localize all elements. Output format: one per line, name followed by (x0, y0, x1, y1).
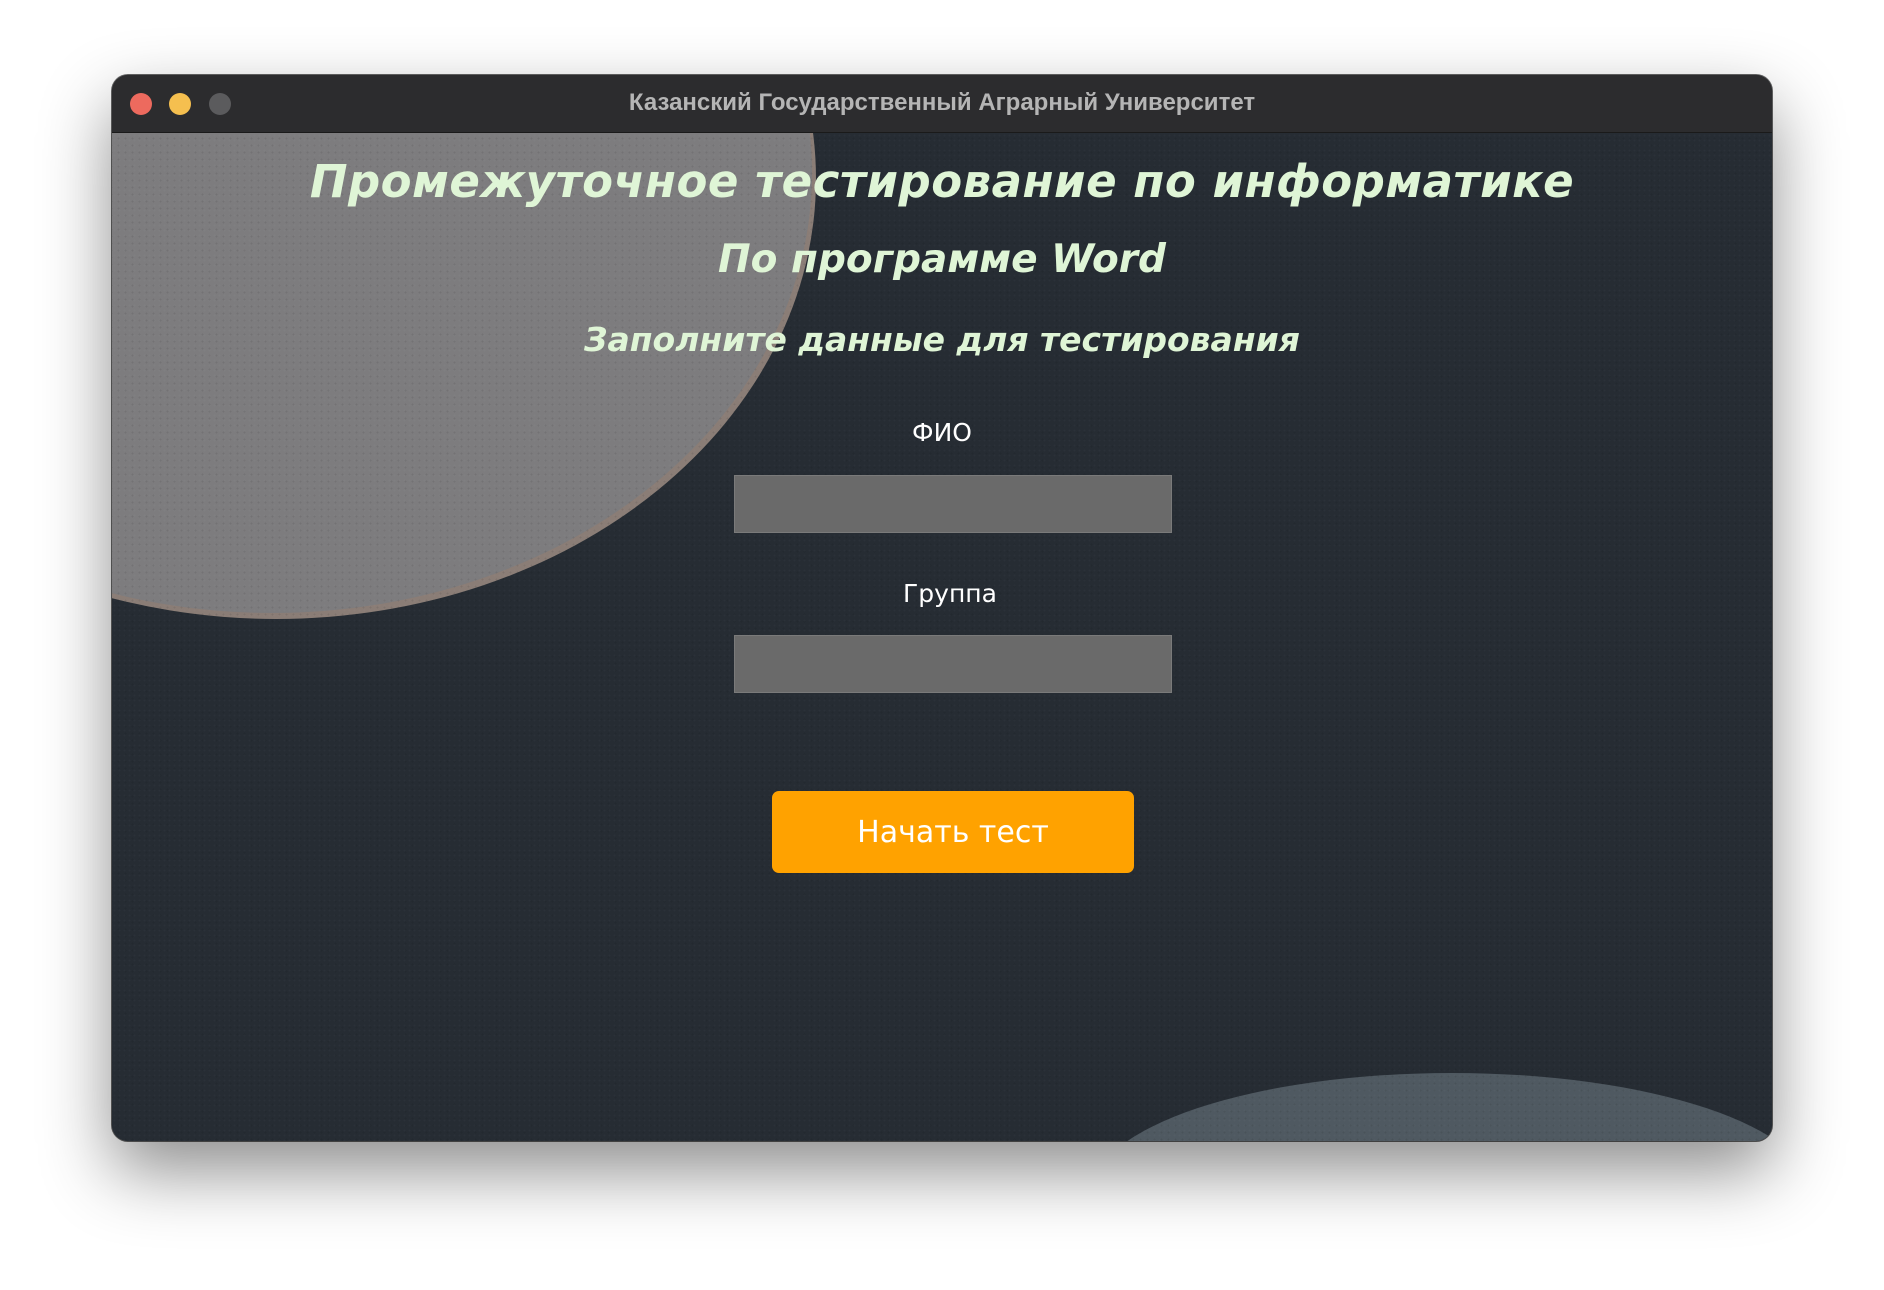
page-subtitle: По программе Word (718, 237, 1166, 282)
fio-label: ФИО (912, 418, 972, 447)
form-instruction: Заполните данные для тестирования (584, 320, 1300, 359)
fio-input[interactable] (734, 475, 1172, 533)
start-test-button[interactable]: Начать тест (772, 791, 1134, 873)
page-title: Промежуточное тестирование по информатик… (309, 155, 1575, 208)
title-bar[interactable]: Казанский Государственный Аграрный Униве… (112, 75, 1772, 133)
window-title: Казанский Государственный Аграрный Униве… (628, 89, 1256, 116)
app-window: Казанский Государственный Аграрный Униве… (112, 75, 1772, 1141)
group-label: Группа (903, 579, 997, 608)
group-input[interactable] (734, 635, 1172, 693)
form-screen: Промежуточное тестирование по информатик… (112, 133, 1772, 1141)
